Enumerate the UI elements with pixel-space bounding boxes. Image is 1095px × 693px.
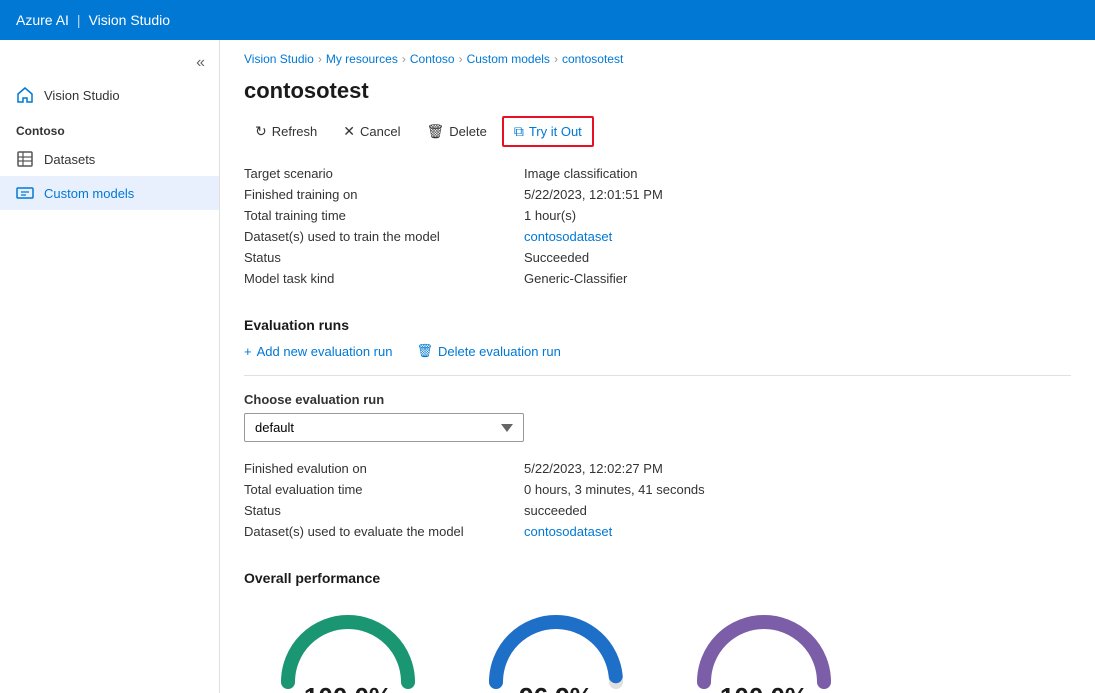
sidebar-item-home[interactable]: Vision Studio	[0, 78, 219, 112]
gauge-item: 100.0%Average precisioni	[268, 612, 428, 693]
refresh-label: Refresh	[272, 124, 318, 139]
eval-info-row: Finished evalution on5/22/2023, 12:02:27…	[244, 458, 1071, 479]
collapse-button[interactable]: «	[190, 52, 211, 74]
try-it-out-label: Try it Out	[529, 124, 582, 139]
info-row: Target scenarioImage classification	[244, 163, 1071, 184]
cancel-label: Cancel	[360, 124, 400, 139]
eval-info-value: succeeded	[524, 503, 587, 518]
eval-detail-table: Finished evalution on5/22/2023, 12:02:27…	[220, 458, 1095, 542]
try-it-out-icon: ⧉	[514, 123, 524, 140]
evaluation-run-select[interactable]: default	[244, 413, 524, 442]
eval-info-row: Total evaluation time0 hours, 3 minutes,…	[244, 479, 1071, 500]
datasets-icon	[16, 150, 34, 168]
gauge-value: 96.9%	[519, 682, 593, 693]
performance-section-title: Overall performance	[220, 558, 1095, 596]
info-row: Total training time1 hour(s)	[244, 205, 1071, 226]
title-separator: |	[77, 12, 81, 28]
eval-info-value[interactable]: contosodataset	[524, 524, 612, 539]
eval-info-value: 0 hours, 3 minutes, 41 seconds	[524, 482, 705, 497]
add-evaluation-label: Add new evaluation run	[257, 344, 393, 359]
info-row-label: Model task kind	[244, 271, 524, 286]
info-row: Model task kindGeneric-Classifier	[244, 268, 1071, 289]
breadcrumb-vision-studio[interactable]: Vision Studio	[244, 52, 314, 66]
info-table: Target scenarioImage classificationFinis…	[220, 163, 1095, 289]
gauges-container: 100.0%Average precisioni 96.9%Accuracy - …	[220, 596, 1095, 693]
dropdown-wrapper: default	[220, 413, 1095, 458]
delete-icon: 🗑	[426, 123, 444, 140]
breadcrumb: Vision Studio › My resources › Contoso ›…	[220, 40, 1095, 72]
sidebar-datasets-label: Datasets	[44, 152, 95, 167]
eval-info-label: Status	[244, 503, 524, 518]
evaluation-section-title: Evaluation runs	[220, 305, 1095, 343]
cancel-icon: ✕	[343, 123, 355, 140]
cancel-button[interactable]: ✕ Cancel	[332, 117, 411, 146]
home-icon	[16, 86, 34, 104]
info-row-label: Total training time	[244, 208, 524, 223]
top-bar: Azure AI | Vision Studio	[0, 0, 1095, 40]
info-row-value: Image classification	[524, 166, 637, 181]
info-row: StatusSucceeded	[244, 247, 1071, 268]
info-row-value: Generic-Classifier	[524, 271, 627, 286]
eval-info-label: Finished evalution on	[244, 461, 524, 476]
sidebar-item-datasets[interactable]: Datasets	[0, 142, 219, 176]
gauge-item: 100.0%Accuracy - Top 5i	[684, 612, 844, 693]
sidebar-home-label: Vision Studio	[44, 88, 120, 103]
eval-info-value: 5/22/2023, 12:02:27 PM	[524, 461, 663, 476]
info-row-label: Finished training on	[244, 187, 524, 202]
info-row-label: Target scenario	[244, 166, 524, 181]
custom-models-icon	[16, 184, 34, 202]
info-row-value: 5/22/2023, 12:01:51 PM	[524, 187, 663, 202]
sidebar-collapse-area: «	[0, 48, 219, 78]
sidebar-custom-models-label: Custom models	[44, 186, 134, 201]
breadcrumb-custom-models[interactable]: Custom models	[467, 52, 550, 66]
gauge-item: 96.9%Accuracy - Top 1i	[476, 612, 636, 693]
breadcrumb-my-resources[interactable]: My resources	[326, 52, 398, 66]
refresh-button[interactable]: ↻ Refresh	[244, 117, 328, 146]
dropdown-label: Choose evaluation run	[220, 392, 1095, 413]
refresh-icon: ↻	[255, 123, 267, 140]
add-evaluation-button[interactable]: + Add new evaluation run	[244, 344, 392, 359]
eval-info-row: Dataset(s) used to evaluate the modelcon…	[244, 521, 1071, 542]
main-layout: « Vision Studio Contoso Datasets	[0, 40, 1095, 693]
sidebar-item-custom-models[interactable]: Custom models	[0, 176, 219, 210]
delete-evaluation-button[interactable]: 🗑 Delete evaluation run	[416, 343, 560, 359]
action-links: + Add new evaluation run 🗑 Delete evalua…	[220, 343, 1095, 375]
gauge-svg	[694, 612, 834, 692]
content-area: Vision Studio › My resources › Contoso ›…	[220, 40, 1095, 693]
gauge-value: 100.0%	[304, 682, 392, 693]
breadcrumb-contoso[interactable]: Contoso	[410, 52, 455, 66]
gauge-svg	[278, 612, 418, 692]
product-name: Vision Studio	[89, 12, 170, 28]
sidebar: « Vision Studio Contoso Datasets	[0, 40, 220, 693]
sidebar-section-contoso: Contoso	[0, 112, 219, 142]
eval-info-label: Total evaluation time	[244, 482, 524, 497]
info-row-label: Status	[244, 250, 524, 265]
eval-info-row: Statussucceeded	[244, 500, 1071, 521]
plus-icon: +	[244, 344, 252, 359]
info-row: Finished training on5/22/2023, 12:01:51 …	[244, 184, 1071, 205]
eval-info-link[interactable]: contosodataset	[524, 524, 612, 539]
info-row-value: Succeeded	[524, 250, 589, 265]
gauge-value: 100.0%	[720, 682, 808, 693]
delete-eval-icon: 🗑	[416, 343, 433, 359]
page-title: contosotest	[220, 72, 1095, 116]
divider	[244, 375, 1071, 376]
try-it-out-button[interactable]: ⧉ Try it Out	[502, 116, 594, 147]
info-row-value[interactable]: contosodataset	[524, 229, 612, 244]
app-title: Azure AI	[16, 12, 69, 28]
info-row-label: Dataset(s) used to train the model	[244, 229, 524, 244]
delete-button[interactable]: 🗑 Delete	[415, 117, 497, 146]
eval-info-label: Dataset(s) used to evaluate the model	[244, 524, 524, 539]
toolbar: ↻ Refresh ✕ Cancel 🗑 Delete ⧉ Try it Out	[220, 116, 1095, 163]
breadcrumb-contosotest[interactable]: contosotest	[562, 52, 623, 66]
info-row: Dataset(s) used to train the modelcontos…	[244, 226, 1071, 247]
delete-evaluation-label: Delete evaluation run	[438, 344, 561, 359]
info-row-link[interactable]: contosodataset	[524, 229, 612, 244]
gauge-svg	[486, 612, 626, 692]
info-row-value: 1 hour(s)	[524, 208, 576, 223]
delete-label: Delete	[449, 124, 487, 139]
